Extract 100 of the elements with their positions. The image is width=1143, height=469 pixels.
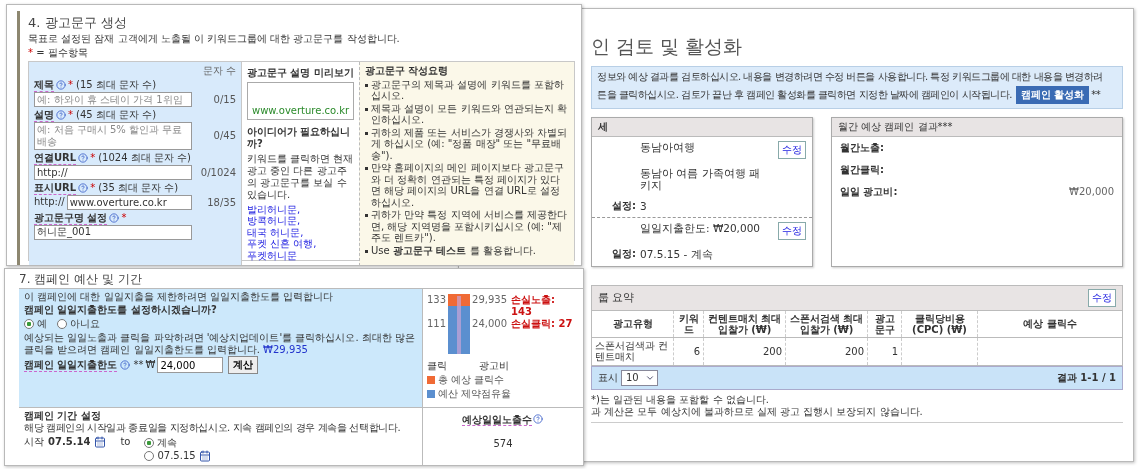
tip-text: 광고문구의 제목과 설명에 키워드를 포함하십시오. [371,78,565,102]
calendar-icon[interactable] [94,435,107,448]
help-icon[interactable] [78,183,89,194]
preview-url: www.overture.co.kr [252,104,350,117]
column-header: 광고유형 [591,310,674,338]
stacked-bar-drawing [448,294,471,355]
activate-button[interactable]: 캠페인 활성화 [1015,85,1090,104]
field-hint: (45 최대 문자 수) [76,109,157,122]
table-cell: 스폰서검색과 컨텐트매치 [591,337,674,366]
card-title: 룹 요약 [598,291,635,305]
help-icon[interactable] [78,153,89,164]
bullet-icon [365,107,368,111]
radio-option[interactable]: 계속 [144,435,211,450]
to-label: to [120,435,131,448]
period-text: 해당 캠페인의 시작일과 종료일을 지정하십시오. 지속 캠페인의 경우 계속을 선택합니다. [24,421,402,434]
table-cell: 200 [703,337,786,366]
section-title: 인 검토 및 활성화 [591,35,744,58]
required-mark: ** [133,359,144,372]
footnote-text: *)는 일관된 내용을 포함할 수 없습니다. [591,393,770,406]
radio-button[interactable] [144,450,155,461]
page-size-select[interactable]: 10 [621,369,658,386]
currency-sign: ₩ [145,359,156,372]
keyword-link[interactable]: 방콕허니문, [247,215,301,227]
intro-text: 이 캠페인에 대한 일일지출을 제한하려면 일일지출한도를 입력합니다 [24,291,335,304]
axis-tick: 24,000 [472,318,508,331]
character-count: 0/15 [212,93,236,105]
radio-option[interactable]: 07.5.15 [144,449,211,462]
preview-title: 광고문구 설명 미리보기 [247,66,354,79]
period-title: 캠페인 기간 설정 [24,409,102,422]
detail-value: 일일지출한도: ₩20,000 [640,221,761,235]
budget-label: 캠페인 일일지출한도 [24,358,118,372]
estimate-title: 예상일일노출수 [462,413,532,426]
keyword-link[interactable]: 태국 허니문, [247,226,304,238]
bullet-icon [365,214,368,218]
table-cell: 200 [785,337,868,366]
lost-value: 손실노출: 143 [511,294,557,319]
radio-option[interactable]: 아니요 [57,317,100,332]
edit-button[interactable]: 수정 [778,221,806,240]
estimate-value: 574 [493,437,513,450]
tip-text: 만약 홈페이지의 메인 페이지보다 광고문구와 더 정확히 연관되는 특정 페이지가 있다면 해당 페이지의 URL을 연결 URL로 설정하십시오. [371,162,565,209]
edit-button[interactable]: 수정 [1088,288,1116,307]
result-label: 일일 광고비: [840,185,898,198]
count-header: 문자 수 [202,64,236,76]
detail-value: 3 [640,200,648,213]
result-value: ₩20,000 [1069,185,1114,198]
help-icon[interactable] [56,80,66,91]
text-field[interactable]: 예: 하와이 휴 스테이 가격 1위임 [34,91,192,107]
keyword-link[interactable]: 발리허니문, [247,203,301,215]
column-header: 컨텐트매치 최대입찰가 (₩) [703,310,786,338]
section-title: 7. 캠페인 예산 및 기간 [19,272,143,287]
axis-label: 광고비 [479,360,509,373]
budget-field[interactable]: 24,000 [157,357,224,374]
keyword-link[interactable]: 푸켓허니문 [247,249,297,261]
section-title: 4. 광고문구 생성 [28,15,128,31]
character-count: 0/1024 [199,166,236,178]
footnote-text: 과 계산은 모두 예상치에 불과하므로 실제 광고 집행시 보장되지 않습니다. [591,405,924,418]
bullet-icon [365,249,368,253]
footnote-mark: ** [1091,88,1101,101]
keyword-link[interactable]: 푸켓 신혼 여행, [247,238,317,250]
page-size-label: 표시 [598,371,618,384]
required-mark: * [68,109,73,122]
text-field[interactable]: http:// [34,164,192,180]
radio-option[interactable]: 예 [24,317,47,332]
required-mark: * [28,46,33,58]
info-text: 튼을 클릭하십시오. 검토가 끝난 후 캠페인 활성화를 클릭하면 지정한 날짜에 캠페인이 시작됩니다. [597,88,1012,101]
radio-button[interactable] [24,319,34,330]
tip-text: 귀하의 제품 또는 서비스가 경쟁사와 차별되게 하십시오 (예: "정품 매장" 또는 "무료배송"). [371,126,568,162]
radio-button[interactable] [144,437,155,448]
required-mark: * [121,212,127,225]
edit-button[interactable]: 수정 [778,140,806,159]
note-text: 예상되는 일일노출과 클릭을 파악하려면 '예상치업데이트'를 클릭하십시오. 최대한 많은 클릭을 받으려면 캠페인 일일지출한도를 입력합니다. ₩29,935 [24,332,416,356]
detail-value: 동남아 여름 가족여행 패키지 [640,166,761,192]
text-field[interactable]: 허니문_001 [34,224,192,240]
tip-text: Use 광고문구 테스트 를 활용합니다. [371,244,536,257]
start-date: 07.5.14 [48,435,91,448]
radio-button[interactable] [57,319,67,330]
axis-tick: 29,935 [472,294,508,307]
column-header: 클릭당비용 (CPC) (₩) [901,310,978,338]
column-header: 스폰서검색 최대입찰가 (₩) [785,310,868,338]
field-label: 표시URL [34,181,77,195]
result-label: 월간클릭: [840,163,884,176]
text-field[interactable]: www.overture.co.kr [66,194,192,210]
calculate-button[interactable]: 계산 [228,356,259,375]
detail-value: 동남아여행 [640,140,696,154]
calendar-icon[interactable] [198,449,211,462]
help-icon[interactable] [56,110,66,121]
field-label: 광고문구명 설정 [34,211,108,225]
character-count: 0/45 [212,130,236,142]
field-label: 연결URL [34,151,77,165]
idea-text: 키워드를 클릭하면 현재 광고 중인 다른 광고주의 광고문구를 보실 수 있습니다. [247,152,354,201]
axis-tick: 111 [427,318,447,331]
help-icon[interactable] [120,360,131,371]
required-mark: * [90,152,96,165]
start-label: 시작 [24,435,44,448]
tips-title: 광고문구 작성요령 [365,64,450,77]
help-icon[interactable] [109,213,120,224]
text-area[interactable]: 예: 처음 구매시 5% 할인과 무료배송 [34,121,192,150]
help-icon[interactable] [533,413,543,424]
result-count: 결과 1-1 / 1 [1056,371,1116,384]
url-prefix: http:// [34,196,65,209]
